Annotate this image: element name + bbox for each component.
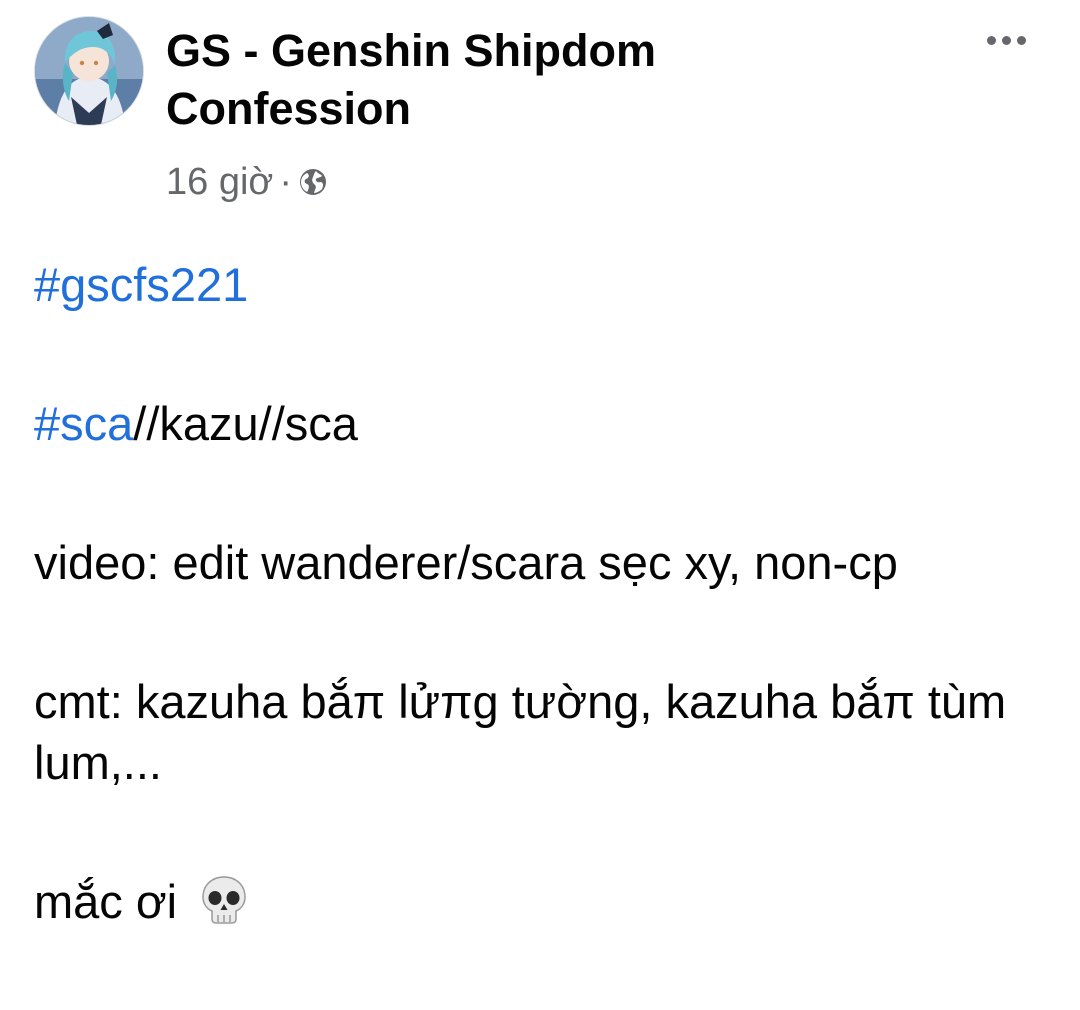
skull-icon — [202, 876, 246, 924]
hashtag-link[interactable]: #sca — [34, 397, 133, 450]
post-text: video: edit wanderer/scara sẹc xy, non-c… — [34, 536, 898, 589]
timestamp-link[interactable]: 16 giờ — [166, 161, 273, 204]
more-horizontal-icon-dot — [1016, 35, 1026, 45]
post-paragraph: #sca//kazu//sca — [34, 393, 1054, 454]
post-text: mắc ơi — [34, 875, 178, 928]
avatar-image-icon — [35, 17, 143, 125]
more-options-button[interactable] — [978, 22, 1034, 58]
more-horizontal-icon — [986, 35, 996, 45]
post-paragraph: mắc ơi — [34, 871, 1054, 932]
post-body: #gscfs221 #sca//kazu//sca video: edit wa… — [34, 254, 1054, 1010]
hashtag-link[interactable]: #gscfs221 — [34, 258, 248, 311]
post-paragraph: cmt: kazuha bắπ lửπg tường, kazuha bắπ t… — [34, 671, 1054, 793]
post-paragraph: #gscfs221 — [34, 254, 1054, 315]
globe-icon[interactable] — [298, 167, 328, 197]
post-card: GS - Genshin Shipdom Confession 16 giờ ·… — [0, 0, 1080, 942]
meta-separator: · — [279, 160, 292, 203]
post-meta: 16 giờ · — [166, 156, 328, 208]
page-name-link[interactable]: GS - Genshin Shipdom Confession — [166, 22, 806, 138]
post-text: //kazu//sca — [133, 397, 358, 450]
post-text: cmt: kazuha bắπ lửπg tường, kazuha bắπ t… — [34, 675, 1007, 789]
more-horizontal-icon-dot — [1001, 35, 1011, 45]
post-paragraph: video: edit wanderer/scara sẹc xy, non-c… — [34, 532, 1054, 593]
page-avatar[interactable] — [34, 16, 144, 126]
